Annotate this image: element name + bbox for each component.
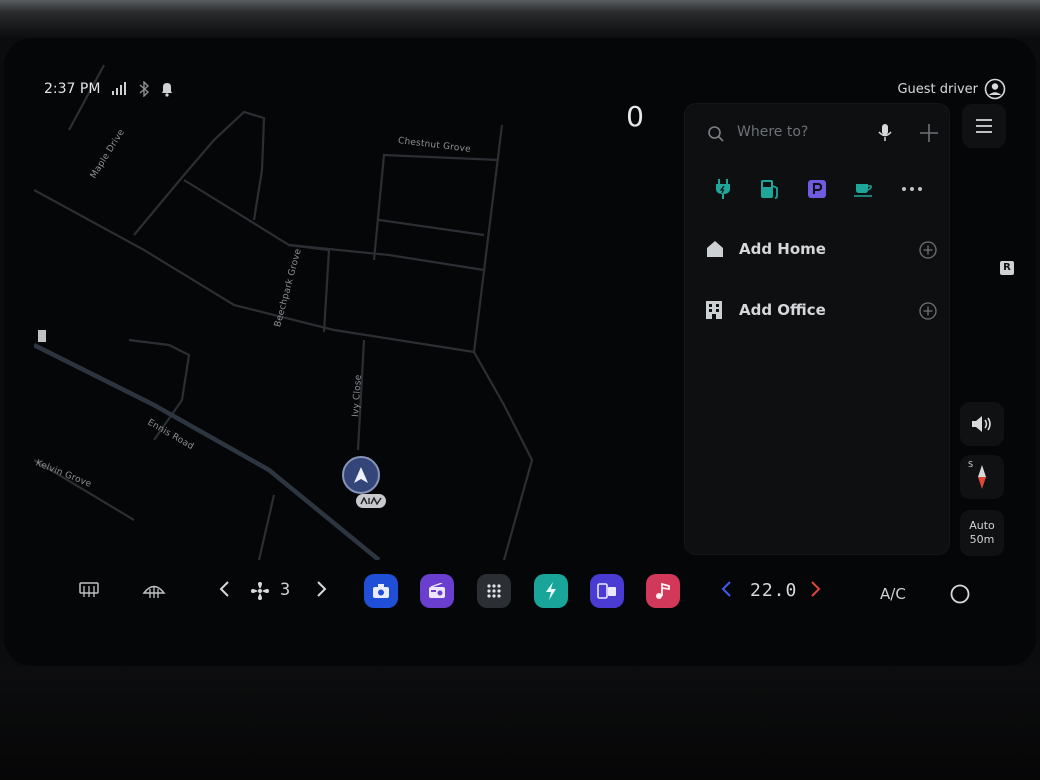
camera-icon [373,584,389,598]
temperature-decrease-button[interactable] [720,580,732,598]
front-defrost-button[interactable] [142,580,166,600]
map-road [257,494,276,560]
compass-button[interactable]: S [960,455,1004,499]
radio-icon [429,583,445,598]
dashboard-trim [0,666,1040,780]
poi-ev-charging-button[interactable] [710,176,736,202]
ev-app-button[interactable] [534,574,568,608]
add-office-label: Add Office [739,301,826,319]
zoom-scale-label: 50m [969,533,995,546]
cabin-temperature-value: 22.0 [750,580,798,601]
add-office-plus-icon[interactable] [919,302,937,320]
office-building-icon [706,301,722,319]
add-home-label: Add Home [739,240,826,258]
poi-more-button[interactable] [899,176,925,202]
parking-icon [808,180,826,198]
destination-search-bar[interactable]: Where to? [685,104,949,162]
volume-button[interactable] [960,402,1004,446]
chevron-right-icon [317,581,327,597]
notification-bell-icon[interactable] [160,81,174,97]
phone-projection-icon [597,583,616,599]
phone-projection-button[interactable] [590,574,624,608]
home-circle-button[interactable] [950,584,970,604]
coffee-cup-icon [854,184,872,197]
home-icon [707,241,723,257]
search-icon [708,126,724,142]
hamburger-menu-icon [976,119,992,133]
zoom-mode-label: Auto [969,519,995,532]
add-home-row[interactable]: Add Home [685,226,949,274]
map-main-road [34,342,381,560]
speed-readout: 0 [626,100,644,133]
ac-toggle-button[interactable]: A/C [880,585,906,603]
compass-direction-label: S [968,460,974,469]
fan-increase-button[interactable] [316,580,328,598]
map-road [378,218,485,237]
status-bar: 2:37 PM [44,80,174,98]
add-waypoint-icon[interactable] [919,123,939,143]
more-dots-icon [902,187,922,191]
chevron-right-icon [811,581,821,597]
front-defrost-icon [142,585,166,598]
map-road [472,124,534,560]
poi-cafe-button[interactable] [851,176,877,202]
driver-profile[interactable]: Guest driver [897,78,1006,100]
app-grid-icon [487,584,501,598]
ev-charger-plug-icon [716,179,730,199]
user-avatar-icon [984,78,1006,100]
vehicle-position-marker[interactable] [342,456,380,494]
navigation-arrow-icon [354,467,368,483]
chevron-left-icon [721,581,731,597]
compass-needle-icon [978,465,986,489]
circle-home-icon [950,584,970,604]
fan-speed-value: 3 [280,580,291,600]
navigation-panel: Where to? Add Home Add Office [684,103,950,555]
map-poi-marker [38,330,46,342]
poi-parking-button[interactable] [804,176,830,202]
clock: 2:37 PM [44,81,101,97]
map-road [372,153,500,261]
map-zoom-mode-button[interactable]: Auto 50m [960,510,1004,556]
rear-defrost-button[interactable] [78,580,100,600]
poi-gas-station-button[interactable] [757,176,783,202]
rear-defrost-icon [79,582,99,597]
bluetooth-icon [139,81,150,97]
speaker-volume-icon [972,416,991,432]
gear-indicator-badge: R [1000,261,1014,275]
music-note-icon [656,582,670,599]
temperature-increase-button[interactable] [810,580,822,598]
search-input[interactable]: Where to? [737,124,808,140]
radio-app-button[interactable] [420,574,454,608]
lte-signal-icon [112,82,127,95]
dashboard-bezel [0,0,1040,40]
map-road [183,179,485,272]
microphone-icon[interactable] [877,123,893,143]
all-apps-button[interactable] [477,574,511,608]
fan-icon-indicator [250,581,270,601]
poi-category-bar [685,172,949,208]
brand-logo [356,494,386,508]
menu-button[interactable] [962,104,1006,148]
lightning-bolt-icon [546,582,556,600]
add-home-plus-icon[interactable] [919,241,937,259]
chevron-left-icon [219,581,229,597]
add-office-row[interactable]: Add Office [685,287,949,335]
music-app-button[interactable] [646,574,680,608]
fan-icon [251,582,269,600]
gas-station-icon [761,180,778,199]
driver-profile-label: Guest driver [897,81,978,97]
fan-decrease-button[interactable] [218,580,230,598]
camera-app-button[interactable] [364,574,398,608]
